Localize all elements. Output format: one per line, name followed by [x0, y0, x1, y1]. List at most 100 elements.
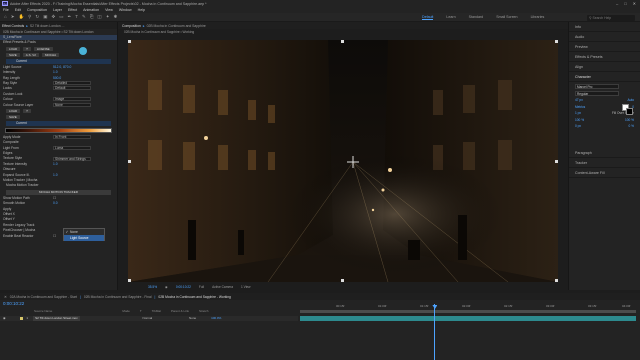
apply-mode-dropdown[interactable]: In Front — [53, 135, 91, 140]
views-dropdown[interactable]: 1 View — [241, 285, 251, 289]
rectangle-tool-icon[interactable]: ▭ — [59, 14, 63, 20]
column-trkmat[interactable]: TrkMat — [152, 309, 161, 314]
layer-parent-dropdown[interactable]: None — [189, 316, 196, 320]
menu-view[interactable]: View — [105, 8, 113, 12]
eraser-tool-icon[interactable]: ◫ — [97, 14, 101, 20]
maximize-icon[interactable]: □ — [624, 1, 626, 6]
timeline-tab-start[interactable]: 02A Mocha in Continuum and Sapphire - St… — [10, 295, 77, 299]
license-button[interactable]: LICENSE — [33, 46, 53, 52]
puppet-tool-icon[interactable]: ✱ — [113, 14, 117, 20]
layer-label-color[interactable] — [20, 316, 24, 320]
camera-snapshot-icon[interactable]: ◉ — [165, 285, 168, 289]
menu-file[interactable]: File — [3, 8, 9, 12]
timeline-tab-final[interactable]: 02B Mocha in Continuum and Sapphire - Fi… — [84, 295, 152, 299]
timeline-current-time[interactable]: 0:00:10:22 — [3, 301, 24, 306]
tab-effect-layer[interactable]: S2 Tilt down London ... — [30, 24, 65, 28]
menu-window[interactable]: Window — [119, 8, 132, 12]
search-help-input[interactable]: ⚲ Search Help — [587, 14, 635, 21]
selection-tool-icon[interactable]: ➤ — [11, 14, 15, 20]
menu-composition[interactable]: Composition — [27, 8, 47, 12]
font-family-dropdown[interactable]: Marcel Pro — [575, 84, 619, 89]
mocha-motion-tracker-button[interactable]: MOCHA MOTION TRACKER — [6, 189, 111, 195]
colour-gradient-ramp[interactable] — [5, 127, 112, 133]
light-source-value[interactable]: 512.0, 870.0 — [53, 65, 71, 69]
workspace-learn[interactable]: Learn — [446, 15, 455, 20]
effect-name[interactable]: S_LensFlare — [3, 35, 22, 39]
ray-style-dropdown[interactable]: Detailed — [53, 81, 91, 86]
save-button[interactable]: SAVE — [6, 52, 20, 58]
current-gradient-field[interactable]: Current — [6, 120, 111, 126]
audio-panel-tab[interactable]: Audio — [569, 32, 640, 42]
mocha-motion-tracker-label[interactable]: Mocha Motion Tracker — [6, 183, 39, 187]
column-parent[interactable]: Parent & Link — [171, 309, 189, 314]
font-style-dropdown[interactable]: Regular — [575, 91, 619, 96]
workspace-libraries[interactable]: Libraries — [531, 15, 545, 20]
camera-dropdown[interactable]: Active Camera — [212, 285, 233, 289]
menu-help[interactable]: Help — [138, 8, 145, 12]
close-tab-icon[interactable]: ✕ — [4, 295, 7, 299]
clone-tool-icon[interactable]: ⎘ — [90, 14, 94, 20]
stroke-width-value[interactable]: 1 px — [575, 111, 581, 116]
quality-dropdown[interactable]: Full — [199, 285, 204, 289]
texture-style-dropdown[interactable]: Shimmer and Strings — [53, 156, 91, 161]
colour-dropdown[interactable]: Image — [53, 97, 91, 102]
workspace-default[interactable]: Default — [422, 15, 434, 20]
type-tool-icon[interactable]: T — [75, 14, 78, 20]
playhead-line[interactable] — [434, 304, 436, 360]
preview-panel-tab[interactable]: Preview — [569, 42, 640, 52]
kerning-value[interactable]: Metrics — [575, 105, 585, 110]
ray-length-value[interactable]: 500.0 — [53, 76, 61, 80]
looks-dropdown[interactable]: Default — [53, 86, 91, 91]
timeline-layer-row[interactable]: ◉ 1 S2 Tilt down London Street.mov Norma… — [0, 316, 298, 321]
light-from-dropdown[interactable]: Luma — [53, 145, 91, 150]
horizontal-scale-value[interactable]: 100 % — [625, 118, 634, 123]
tab-composition[interactable]: Composition — [122, 24, 141, 28]
character-panel-title[interactable]: Character — [569, 72, 640, 82]
composition-viewer[interactable] — [128, 40, 558, 282]
colour-source-layer-dropdown[interactable]: None — [53, 102, 91, 107]
help-button[interactable]: ? — [23, 46, 31, 52]
column-source-name[interactable]: Source Name — [34, 309, 52, 314]
as-v2-button[interactable]: A.S. V2 — [22, 52, 39, 58]
align-panel-tab[interactable]: Align — [569, 62, 640, 72]
pan-behind-tool-icon[interactable]: ✥ — [51, 14, 55, 20]
timeline-tab-working[interactable]: 02B Mocha in Continuum and Sapphire - Wo… — [158, 295, 231, 299]
content-aware-fill-panel-tab[interactable]: Content-Aware Fill — [569, 168, 640, 178]
load-button[interactable]: LOAD — [6, 46, 21, 52]
rotate-tool-icon[interactable]: ↻ — [35, 14, 39, 20]
leading-value[interactable]: Auto — [627, 98, 634, 103]
viewer-timecode[interactable]: 0:00:10:22 — [176, 285, 191, 289]
camera-tool-icon[interactable]: ▣ — [43, 14, 47, 20]
tab-composition-name[interactable]: 02B Mocha in Continuum and Sapphire — [147, 24, 206, 28]
effects-presets-panel-tab[interactable]: Effects & Presets — [569, 52, 640, 62]
layer-source-name[interactable]: S2 Tilt down London Street.mov — [33, 316, 80, 321]
paragraph-panel-tab[interactable]: Paragraph — [569, 148, 640, 158]
workspace-standard[interactable]: Standard — [469, 15, 484, 20]
intensity-value[interactable]: 1.0 — [53, 70, 58, 74]
roto-brush-tool-icon[interactable]: ✦ — [106, 14, 110, 20]
info-panel-tab[interactable]: Info — [569, 22, 640, 32]
beat-reactor-checkbox[interactable]: ☐ — [53, 234, 56, 238]
layer-duration-bar[interactable] — [300, 316, 636, 321]
pen-tool-icon[interactable]: ✒ — [68, 14, 72, 20]
stroke-color-swatch[interactable] — [626, 108, 633, 115]
load-gradient-button[interactable]: LOAD — [6, 108, 21, 114]
brush-tool-icon[interactable]: ✎ — [82, 14, 86, 20]
mocha-button[interactable]: MOCHA — [41, 52, 60, 58]
menu-effect[interactable]: Effect — [68, 8, 77, 12]
visibility-eye-icon[interactable]: ◉ — [3, 316, 6, 320]
zoom-tool-icon[interactable]: ⚲ — [28, 14, 31, 20]
minimize-icon[interactable]: – — [616, 1, 618, 6]
layer-mode-dropdown[interactable]: Normal — [143, 316, 153, 320]
tab-effect-controls[interactable]: Effect Controls — [2, 24, 24, 28]
tsume-value[interactable]: 0 % — [629, 124, 635, 129]
current-preset-field[interactable]: Current — [6, 58, 111, 64]
workspace-small-screen[interactable]: Small Screen — [496, 15, 517, 20]
work-area-bar[interactable] — [300, 310, 636, 313]
tracker-panel-tab[interactable]: Tracker — [569, 158, 640, 168]
menu-animation[interactable]: Animation — [83, 8, 99, 12]
texture-intensity-value[interactable]: 1.0 — [53, 162, 58, 166]
vertical-scale-value[interactable]: 100 % — [575, 118, 584, 123]
save-gradient-button[interactable]: SAVE — [6, 114, 20, 120]
font-size-value[interactable]: 47 px — [575, 98, 583, 103]
